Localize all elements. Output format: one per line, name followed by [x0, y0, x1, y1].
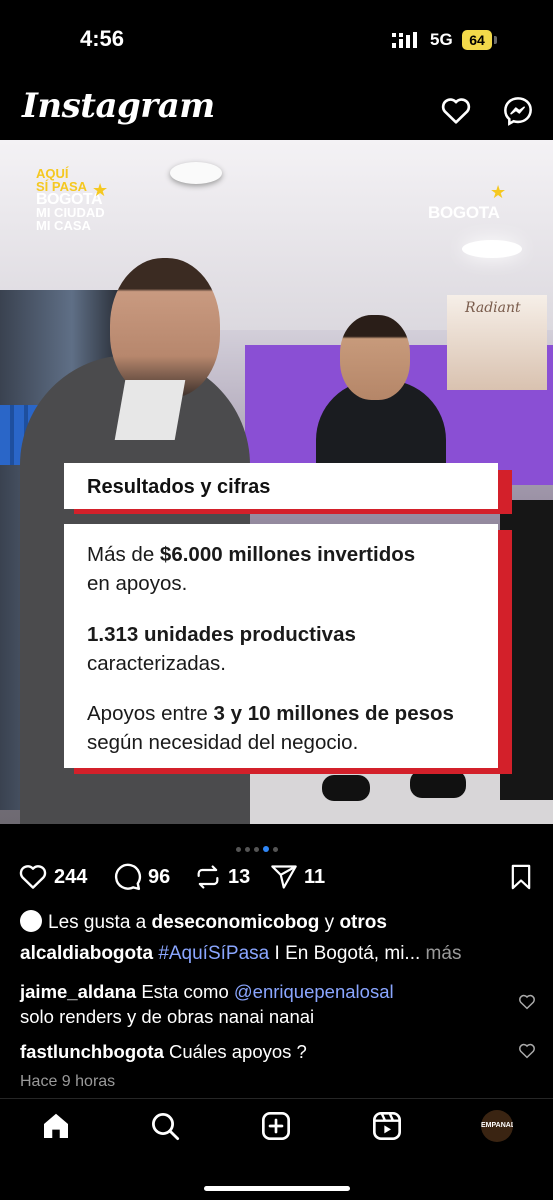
poster-title: Radiant [465, 300, 521, 316]
shoe [410, 770, 466, 798]
carousel-dot [245, 847, 250, 852]
comment-username[interactable]: fastlunchbogota [20, 1041, 164, 1062]
repost-count: 13 [228, 865, 251, 888]
liked-by-others[interactable]: otros [339, 912, 387, 933]
like-count: 244 [54, 865, 88, 888]
stat-investment: Más de $6.000 millones invertidos en apo… [87, 543, 416, 595]
comment-item: fastlunchbogota Cuáles apoyos ? [20, 1041, 307, 1062]
card-title: Resultados y cifras [87, 476, 271, 498]
share-count: 11 [304, 865, 326, 888]
comment-icon [114, 863, 141, 891]
comment-like-icon[interactable] [518, 993, 536, 1011]
instagram-logo[interactable]: Instagram [22, 86, 215, 126]
star-icon: ★ [92, 180, 109, 200]
status-bar: 4:56 5G 64 [0, 0, 553, 80]
signal-icon [392, 32, 417, 48]
comment-like-icon[interactable] [518, 1042, 536, 1060]
star-icon: ★ [490, 182, 507, 202]
heart-icon[interactable] [440, 95, 472, 127]
home-icon[interactable] [40, 1110, 72, 1142]
stat-support: Apoyos entre 3 y 10 millones de pesos se… [87, 702, 454, 754]
home-indicator [204, 1186, 350, 1191]
nav-divider [0, 1098, 553, 1099]
heart-icon [19, 865, 47, 889]
profile-avatar[interactable]: EMPANADAS [481, 1110, 513, 1142]
person-barber-head [340, 315, 410, 400]
like-button[interactable]: 244 [18, 862, 87, 892]
messenger-icon[interactable] [502, 95, 534, 127]
battery-nub [494, 36, 497, 44]
liked-by[interactable]: Les gusta a deseconomicobog y otros [20, 910, 387, 934]
comment-item: jaime_aldana Esta como @enriquepenalosal… [20, 981, 394, 1027]
share-button[interactable]: 11 [270, 862, 325, 892]
bogota-logo: BOGOTA [428, 203, 500, 222]
network-type: 5G [430, 30, 453, 49]
comment-button[interactable]: 96 [112, 862, 170, 892]
ceiling-light [462, 240, 522, 258]
caption-text: I En Bogotá, mi... [269, 943, 421, 964]
bookmark-icon[interactable] [507, 863, 535, 891]
carousel-dot-active [263, 846, 269, 852]
caption-more-link[interactable]: más [420, 943, 462, 964]
repost-icon [197, 865, 219, 889]
battery-level: 64 [462, 30, 492, 50]
comment-mention[interactable]: @enriquepenalosal [234, 981, 394, 1002]
post-caption[interactable]: alcaldiabogota #AquíSíPasa I En Bogotá, … [20, 943, 461, 965]
caption-hashtag[interactable]: #AquíSíPasa [158, 943, 269, 964]
liker-username[interactable]: deseconomicobog [152, 912, 320, 933]
repost-button[interactable]: 13 [194, 862, 250, 892]
send-icon [271, 865, 297, 889]
caption-username[interactable]: alcaldiabogota [20, 943, 153, 964]
liker-avatar [20, 910, 42, 932]
carousel-dot [273, 847, 278, 852]
comment-username[interactable]: jaime_aldana [20, 981, 136, 1002]
shirt-collar [114, 380, 186, 440]
stat-units: 1.313 unidades productivas caracterizada… [87, 623, 356, 675]
status-time: 4:56 [80, 26, 125, 51]
comment-count: 96 [148, 865, 171, 888]
carousel-dot [254, 847, 259, 852]
reels-icon[interactable] [371, 1110, 403, 1142]
search-icon[interactable] [149, 1110, 181, 1142]
carousel-dot [236, 847, 241, 852]
ceiling-lamp [170, 162, 222, 184]
carousel-indicator [236, 839, 282, 857]
create-post-icon[interactable] [260, 1110, 292, 1142]
post-timestamp: Hace 9 horas [20, 1073, 116, 1090]
person-man-head [110, 258, 220, 398]
shoe [322, 775, 370, 801]
